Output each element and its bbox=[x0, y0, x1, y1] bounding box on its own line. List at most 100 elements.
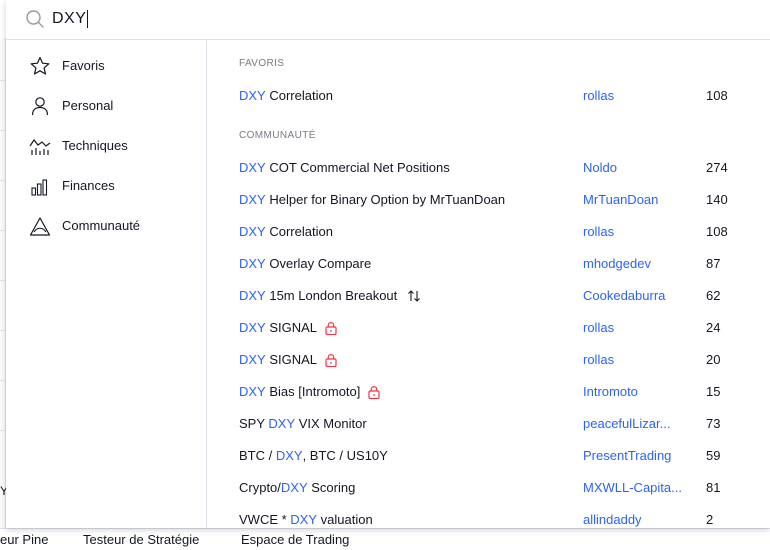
author-link[interactable]: allindaddy bbox=[583, 512, 689, 527]
query-match-highlight: DXY bbox=[280, 480, 308, 495]
community-icon bbox=[29, 217, 51, 236]
author-link[interactable]: rollas bbox=[583, 224, 689, 239]
tab-trading-panel[interactable]: Espace de Trading bbox=[241, 532, 349, 547]
indicator-name: DXY Correlation bbox=[239, 224, 333, 239]
indicator-name-text: SIGNAL bbox=[265, 320, 318, 335]
author-link[interactable]: mhodgedev bbox=[583, 256, 689, 271]
query-match-highlight: DXY bbox=[239, 288, 266, 303]
author-link[interactable]: MrTuanDoan bbox=[583, 192, 689, 207]
indicator-name: SPY DXY VIX Monitor bbox=[239, 416, 367, 431]
likes-count: 24 bbox=[706, 320, 721, 335]
query-match-highlight: DXY bbox=[239, 256, 266, 271]
search-bar bbox=[6, 0, 770, 40]
likes-count: 108 bbox=[706, 88, 728, 103]
indicator-row[interactable]: DXY Helper for Binary Option by MrTuanDo… bbox=[208, 184, 770, 216]
techniques-icon bbox=[29, 138, 51, 155]
query-match-highlight: DXY bbox=[268, 416, 296, 431]
author-link[interactable]: rollas bbox=[583, 88, 689, 103]
indicator-name: DXY COT Commercial Net Positions bbox=[239, 160, 450, 175]
sidebar-item-finances[interactable]: Finances bbox=[6, 170, 206, 202]
lock-icon bbox=[325, 321, 337, 335]
text-cursor bbox=[87, 10, 88, 28]
lock-icon bbox=[368, 385, 380, 399]
sidebar-item-label: Techniques bbox=[62, 138, 128, 153]
indicator-name-text: SIGNAL bbox=[265, 352, 318, 367]
query-match-highlight: DXY bbox=[239, 224, 266, 239]
sidebar-item-label: Personal bbox=[62, 98, 114, 113]
indicator-name-text: Bias [Intromoto] bbox=[265, 384, 361, 399]
sidebar-item-personal[interactable]: Personal bbox=[6, 90, 206, 122]
query-match-highlight: DXY bbox=[239, 160, 266, 175]
indicator-name: DXY Overlay Compare bbox=[239, 256, 371, 271]
lock-icon bbox=[325, 353, 337, 367]
likes-count: 274 bbox=[706, 160, 728, 175]
indicator-row[interactable]: SPY DXY VIX Monitor peacefulLizar... 73 bbox=[208, 408, 770, 440]
indicator-name: DXY SIGNAL bbox=[239, 320, 337, 335]
indicator-row[interactable]: DXY SIGNAL rollas 20 bbox=[208, 344, 770, 376]
likes-count: 73 bbox=[706, 416, 721, 431]
likes-count: 62 bbox=[706, 288, 721, 303]
likes-count: 15 bbox=[706, 384, 721, 399]
indicator-name-text: Correlation bbox=[265, 88, 333, 103]
indicator-row[interactable]: DXY Overlay Compare mhodgedev 87 bbox=[208, 248, 770, 280]
indicator-row[interactable]: Crypto/DXY Scoring MXWLL-Capita... 81 bbox=[208, 472, 770, 504]
indicator-name-text: , BTC / US10Y bbox=[302, 448, 388, 463]
likes-count: 87 bbox=[706, 256, 721, 271]
author-link[interactable]: MXWLL-Capita... bbox=[583, 480, 689, 495]
indicator-name-text: valuation bbox=[317, 512, 373, 527]
likes-count: 108 bbox=[706, 224, 728, 239]
indicator-name-text: BTC / bbox=[239, 448, 276, 463]
indicator-row[interactable]: DXY SIGNAL rollas 24 bbox=[208, 312, 770, 344]
indicator-name: DXY 15m London Breakout bbox=[239, 288, 421, 303]
query-match-highlight: DXY bbox=[239, 192, 266, 207]
indicator-row[interactable]: DXY Bias [Intromoto] Intromoto 15 bbox=[208, 376, 770, 408]
likes-count: 20 bbox=[706, 352, 721, 367]
author-link[interactable]: rollas bbox=[583, 352, 689, 367]
indicator-name-text: SPY bbox=[239, 416, 269, 431]
author-link[interactable]: Cookedaburra bbox=[583, 288, 689, 303]
indicator-name-text: 15m London Breakout bbox=[265, 288, 398, 303]
indicator-name-text: VIX Monitor bbox=[295, 416, 367, 431]
bottom-panel-tabs: eur Pine Testeur de Stratégie Espace de … bbox=[0, 528, 770, 550]
section-title-community: COMMUNAUTÉ bbox=[239, 130, 316, 141]
sidebar-item-favorites[interactable]: Favoris bbox=[6, 50, 206, 82]
author-link[interactable]: Intromoto bbox=[583, 384, 689, 399]
search-input[interactable] bbox=[52, 7, 732, 31]
indicator-name: Crypto/DXY Scoring bbox=[239, 480, 355, 495]
finances-icon bbox=[31, 179, 48, 196]
author-link[interactable]: peacefulLizar... bbox=[583, 416, 689, 431]
tab-pine-editor[interactable]: eur Pine bbox=[0, 532, 48, 547]
indicator-name: VWCE * DXY valuation bbox=[239, 512, 373, 527]
indicator-row[interactable]: DXY Correlation rollas 108 bbox=[208, 216, 770, 248]
query-match-highlight: DXY bbox=[239, 88, 266, 103]
indicator-row[interactable]: DXY Correlation rollas 108 bbox=[208, 80, 770, 112]
sidebar-item-label: Finances bbox=[62, 178, 115, 193]
author-link[interactable]: Noldo bbox=[583, 160, 689, 175]
star-icon bbox=[30, 56, 50, 75]
indicator-name-text: Crypto/ bbox=[239, 480, 281, 495]
indicator-name: DXY SIGNAL bbox=[239, 352, 337, 367]
indicator-name: DXY Correlation bbox=[239, 88, 333, 103]
author-link[interactable]: PresentTrading bbox=[583, 448, 689, 463]
results-list: FAVORIS DXY Correlation rollas 108 COMMUNA… bbox=[208, 40, 770, 528]
person-icon bbox=[31, 97, 49, 116]
tab-strategy-tester[interactable]: Testeur de Stratégie bbox=[83, 532, 199, 547]
indicator-name-text: Scoring bbox=[307, 480, 356, 495]
indicator-row[interactable]: DXY COT Commercial Net Positions Noldo 274 bbox=[208, 152, 770, 184]
indicator-row[interactable]: VWCE * DXY valuation allindaddy 2 bbox=[208, 504, 770, 528]
indicator-name-text: COT Commercial Net Positions bbox=[265, 160, 450, 175]
query-match-highlight: DXY bbox=[239, 320, 266, 335]
indicator-name: DXY Bias [Intromoto] bbox=[239, 384, 380, 399]
sidebar-item-community[interactable]: Communauté bbox=[6, 210, 206, 242]
likes-count: 140 bbox=[706, 192, 728, 207]
sidebar-item-techniques[interactable]: Techniques bbox=[6, 130, 206, 162]
likes-count: 2 bbox=[706, 512, 714, 527]
indicator-name-text: Helper for Binary Option by MrTuanDoan bbox=[265, 192, 506, 207]
indicator-row[interactable]: BTC / DXY, BTC / US10Y PresentTrading 59 bbox=[208, 440, 770, 472]
query-match-highlight: DXY bbox=[239, 384, 266, 399]
indicator-row[interactable]: DXY 15m London Breakout Cookedaburra 62 bbox=[208, 280, 770, 312]
indicator-name: DXY Helper for Binary Option by MrTuanDo… bbox=[239, 192, 505, 207]
category-sidebar: Favoris Personal Techniques Finances Com… bbox=[6, 40, 207, 528]
indicator-name: BTC / DXY, BTC / US10Y bbox=[239, 448, 388, 463]
author-link[interactable]: rollas bbox=[583, 320, 689, 335]
